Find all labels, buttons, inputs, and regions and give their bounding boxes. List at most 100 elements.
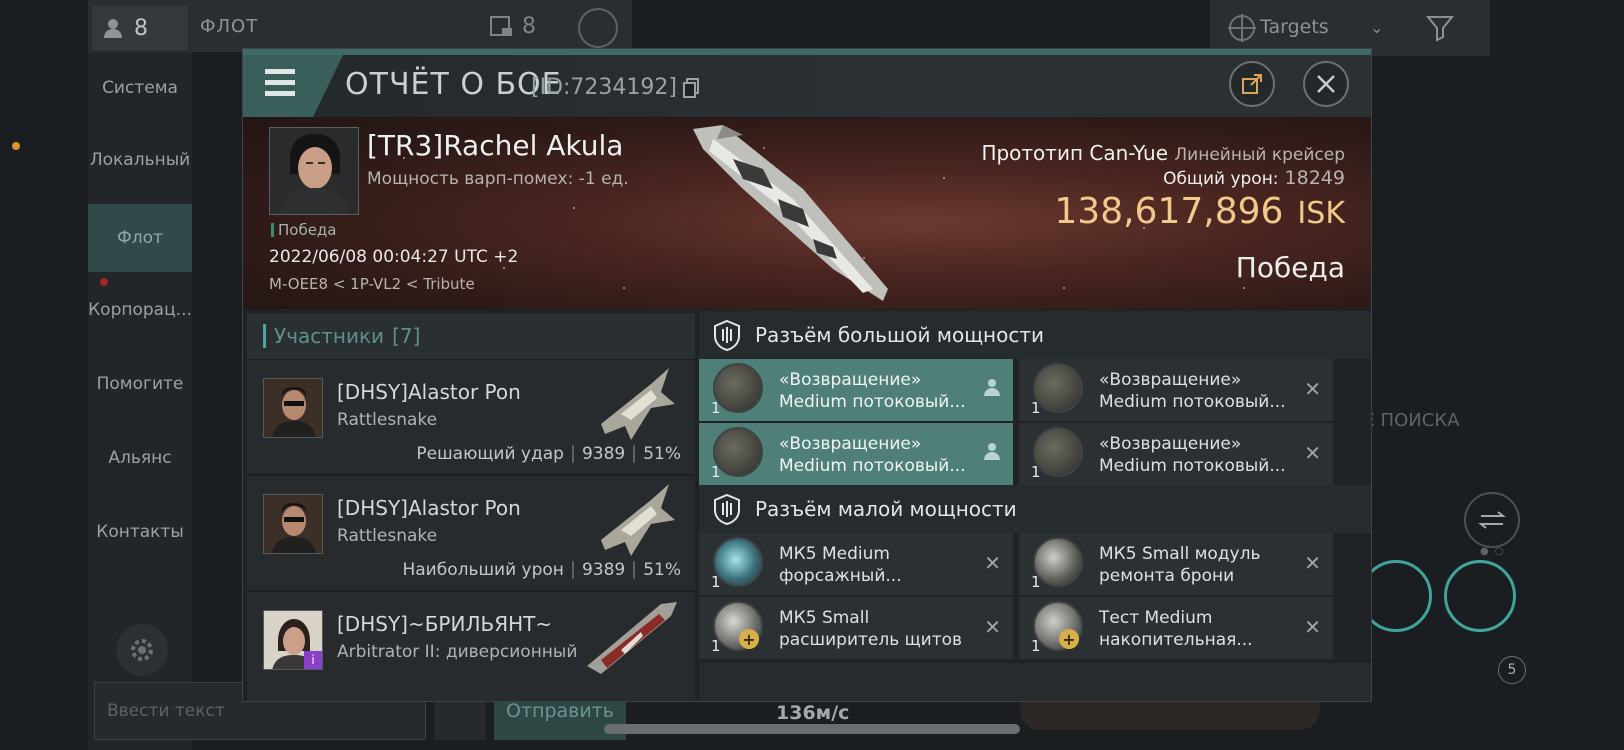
- low-slots-title: Разъём малой мощности: [755, 497, 1017, 521]
- close-icon: [1317, 75, 1335, 93]
- rattlesnake-ship-image: [601, 484, 675, 556]
- ship-type[interactable]: Прототип Can-Yue Линейный крейсер: [981, 141, 1345, 165]
- warp-disruption: Мощность варп-помех: -1 ед.: [367, 169, 629, 189]
- participant-ship: Arbitrator II: диверсионный: [337, 642, 578, 662]
- slot-item[interactable]: 1 «Возвращение» Medium потоковый...: [699, 359, 1013, 421]
- nav-item-help[interactable]: Помогите: [88, 358, 192, 410]
- slot-qty: 1: [1031, 399, 1041, 417]
- settings-button[interactable]: [116, 624, 168, 676]
- participant-portrait: [263, 494, 323, 554]
- participant-ship: Rattlesnake: [337, 410, 438, 430]
- nav-item-corporation[interactable]: Корпорац...: [88, 284, 192, 336]
- participants-header: Участники [7]: [247, 313, 695, 359]
- participant-stats: Решающий удар 9389 51%: [416, 444, 681, 464]
- fleet-close-button[interactable]: [578, 8, 618, 48]
- pilot-icon: [983, 377, 1001, 402]
- participant-role: Наибольший урон: [402, 560, 564, 580]
- participant-row[interactable]: [DHSY]Alastor Pon Rattlesnake Наибольший…: [247, 475, 695, 590]
- shield-slot-icon: [714, 493, 740, 525]
- destroyed-x-icon: ✕: [1304, 615, 1321, 639]
- rattlesnake-ship-image: [601, 368, 675, 440]
- modal-title: ОТЧЁТ О БОЕ: [345, 67, 562, 102]
- close-button[interactable]: [1303, 61, 1349, 107]
- fleet-count-value: 8: [134, 15, 148, 41]
- isk-value: 138,617,896 ISK: [1054, 191, 1345, 232]
- slot-name: МК5 Medium форсажный...: [779, 544, 902, 586]
- destroyed-x-icon: ✕: [984, 551, 1001, 575]
- nav-item-alliance[interactable]: Альянс: [88, 432, 192, 484]
- participant-stats: Наибольший урон 9389 51%: [402, 560, 681, 580]
- arbitrator-ship-image: [587, 602, 677, 674]
- nav-item-fleet[interactable]: Флот: [88, 204, 192, 272]
- pilot-icon: [983, 441, 1001, 466]
- swap-button[interactable]: [1464, 492, 1520, 548]
- ship-name: Прототип Can-Yue: [981, 141, 1169, 165]
- participant-role: Решающий удар: [416, 444, 564, 464]
- slot-item[interactable]: 1 «Возвращение» Medium потоковый... ✕: [1019, 423, 1333, 485]
- nav-item-local[interactable]: Локальный: [88, 134, 192, 186]
- share-icon: [1242, 74, 1262, 94]
- copy-icon[interactable]: [683, 77, 699, 98]
- destroyed-x-icon: ✕: [1304, 377, 1321, 401]
- chevron-down-icon: ⌄: [1370, 18, 1384, 37]
- participant-portrait: i: [263, 610, 323, 670]
- slot-qty: 1: [1031, 573, 1041, 591]
- destroyed-x-icon: ✕: [984, 615, 1001, 639]
- high-slots-title: Разъём большой мощности: [755, 323, 1044, 347]
- slot-name: «Возвращение» Medium потоковый...: [779, 370, 966, 412]
- slot-name: МК5 Small расширитель щитов: [779, 608, 963, 650]
- victim-name[interactable]: [TR3]Rachel Akula: [367, 129, 623, 162]
- share-button[interactable]: [1229, 61, 1275, 107]
- fleet-number: 8: [490, 14, 536, 39]
- destroyed-x-icon: ✕: [1304, 551, 1321, 575]
- slot-item[interactable]: 1 МК5 Small модуль ремонта брони ✕: [1019, 533, 1333, 595]
- result-label: Победа: [1235, 251, 1345, 284]
- drone-count-badge: 5: [1498, 656, 1526, 684]
- slot-qty: 1: [711, 573, 721, 591]
- nav-item-contacts[interactable]: Контакты: [88, 506, 192, 558]
- report-id-text: [ID:7234192]: [531, 75, 677, 100]
- participant-percent: 51%: [643, 560, 681, 580]
- slot-item[interactable]: 1 «Возвращение» Medium потоковый...: [699, 423, 1013, 485]
- user-icon: [104, 19, 122, 38]
- slot-item[interactable]: + 1 МК5 Small расширитель щитов ✕: [699, 597, 1013, 659]
- home-indicator[interactable]: [604, 724, 1020, 734]
- report-id[interactable]: [ID:7234192]: [531, 75, 699, 100]
- destroyed-x-icon: ✕: [1304, 441, 1321, 465]
- participant-row[interactable]: i [DHSY]~БРИЛЬЯНТ~ Arbitrator II: диверс…: [247, 591, 695, 701]
- slot-name: Тест Medium накопительная...: [1099, 608, 1253, 650]
- gear-icon: [131, 639, 153, 661]
- low-slots-header: Разъём малой мощности: [699, 485, 1371, 533]
- fleet-member-count[interactable]: 8: [92, 6, 188, 50]
- slot-qty: 1: [1031, 463, 1041, 481]
- nav-item-system[interactable]: Система: [88, 62, 192, 114]
- participant-percent: 51%: [643, 444, 681, 464]
- participant-row[interactable]: [DHSY]Alastor Pon Rattlesnake Решающий у…: [247, 359, 695, 474]
- slot-item[interactable]: 1 «Возвращение» Medium потоковый... ✕: [1019, 359, 1333, 421]
- battlecruiser-ship-image: [693, 125, 888, 301]
- slot-qty: 1: [1031, 637, 1041, 655]
- slot-qty: 1: [711, 463, 721, 481]
- targets-label: Targets: [1260, 16, 1329, 38]
- pilot-portrait-image: [264, 379, 322, 437]
- filter-icon[interactable]: [1426, 14, 1454, 42]
- shield-slot-icon: [714, 319, 740, 351]
- ship-class: Линейный крейсер: [1174, 145, 1345, 165]
- fleet-title: ФЛОТ: [200, 16, 259, 37]
- total-damage-label: Общий урон:: [1163, 169, 1279, 189]
- kill-location[interactable]: M-OEE8 < 1P-VL2 < Tribute: [269, 275, 475, 293]
- slot-item[interactable]: 1 МК5 Medium форсажный... ✕: [699, 533, 1013, 595]
- victim-portrait[interactable]: [269, 127, 359, 215]
- module-ring[interactable]: [1444, 560, 1516, 632]
- slot-name: «Возвращение» Medium потоковый...: [1099, 370, 1286, 412]
- participant-damage: 9389: [581, 560, 626, 580]
- participant-portrait: [263, 378, 323, 438]
- next-section-header: [699, 663, 1371, 701]
- combat-report-modal: ОТЧЁТ О БОЕ [ID:7234192] [TR3]Rachel Aku…: [242, 48, 1372, 702]
- victory-tag-text: Победа: [278, 221, 337, 239]
- notification-dot: [12, 142, 20, 150]
- fleet-number-value: 8: [522, 14, 536, 39]
- slot-qty: 1: [711, 637, 721, 655]
- slot-qty: 1: [711, 399, 721, 417]
- slot-item[interactable]: + 1 Тест Medium накопительная... ✕: [1019, 597, 1333, 659]
